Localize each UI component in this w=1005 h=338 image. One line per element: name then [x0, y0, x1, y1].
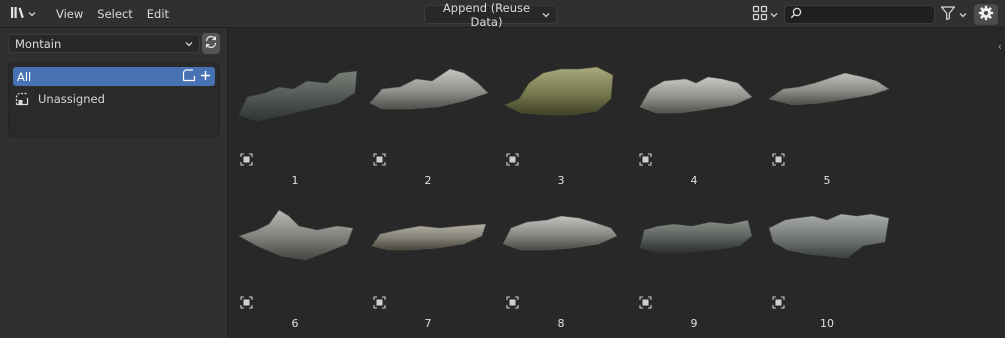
import-method-dropdown[interactable]: Append (Reuse Data)	[424, 1, 557, 29]
asset-thumbnail	[639, 219, 753, 253]
import-method-label: Append (Reuse Data)	[442, 0, 531, 29]
asset-grid: ‹ 1 2 3 4 5 6 7 8 9 10	[228, 28, 1005, 338]
add-icon[interactable]	[200, 70, 211, 84]
asset-thumbnail	[768, 72, 890, 106]
funnel-icon	[940, 5, 956, 24]
search-field[interactable]	[784, 5, 935, 24]
asset-name: 9	[690, 317, 698, 330]
asset-name: 4	[690, 174, 698, 187]
refresh-icon	[204, 35, 218, 52]
mark-asset-icon[interactable]	[506, 153, 519, 166]
asset-tile[interactable]: 4	[630, 47, 758, 187]
asset-name: 6	[291, 317, 299, 330]
asset-tile[interactable]: 6	[231, 190, 359, 330]
asset-thumbnail	[371, 223, 487, 251]
catalog-item-all[interactable]: All	[13, 67, 215, 86]
asset-tile[interactable]: 2	[364, 47, 492, 187]
mark-asset-icon[interactable]	[373, 153, 386, 166]
editor-type-selector[interactable]	[6, 4, 40, 24]
filter-dropdown[interactable]	[940, 5, 970, 24]
chevron-down-icon	[542, 8, 550, 22]
asset-name: 7	[424, 317, 432, 330]
asset-name: 1	[291, 174, 299, 187]
chevron-down-icon	[959, 8, 967, 22]
asset-thumbnail	[639, 76, 753, 114]
mark-asset-icon[interactable]	[373, 296, 386, 309]
catalog-item-label: All	[17, 69, 32, 84]
asset-browser-icon	[10, 5, 26, 23]
asset-tile[interactable]: 9	[630, 190, 758, 330]
catalog-item-unassigned[interactable]: Unassigned	[13, 89, 215, 108]
asset-name: 3	[557, 174, 565, 187]
catalog-item-label: Unassigned	[38, 91, 105, 106]
display-mode-selector[interactable]	[752, 5, 780, 24]
asset-thumbnail	[238, 70, 358, 122]
asset-name: 5	[823, 174, 831, 187]
asset-tile[interactable]: 1	[231, 47, 359, 187]
asset-name: 2	[424, 174, 432, 187]
asset-tile[interactable]: 5	[763, 47, 891, 187]
mark-asset-icon[interactable]	[506, 296, 519, 309]
sidebar-toggle-arrow[interactable]: ‹	[998, 40, 1002, 53]
chevron-down-icon	[28, 7, 36, 21]
menu-select[interactable]: Select	[90, 4, 139, 24]
menu-edit[interactable]: Edit	[140, 4, 176, 24]
mark-asset-icon[interactable]	[240, 153, 253, 166]
asset-thumbnail	[502, 215, 618, 251]
asset-library-dropdown[interactable]: Montain	[8, 34, 200, 53]
chevron-down-icon	[770, 8, 778, 22]
settings-button[interactable]	[974, 4, 998, 25]
asset-thumbnail	[504, 66, 614, 116]
asset-tile[interactable]: 7	[364, 190, 492, 330]
refresh-library-button[interactable]	[202, 33, 220, 54]
catalog-sidebar: Montain All Unassigned	[0, 28, 228, 338]
menu-view[interactable]: View	[49, 4, 90, 24]
mark-asset-icon[interactable]	[772, 153, 785, 166]
gear-icon	[978, 5, 994, 24]
catalog-tree: All Unassigned	[8, 62, 220, 138]
asset-name: 10	[820, 317, 834, 330]
mark-asset-icon[interactable]	[639, 153, 652, 166]
search-input[interactable]	[806, 8, 930, 21]
asset-tile[interactable]: 8	[497, 190, 625, 330]
asset-name: 8	[557, 317, 565, 330]
asset-tile[interactable]: 10	[763, 190, 891, 330]
asset-tile[interactable]: 3	[497, 47, 625, 187]
grid-thumbnails-icon	[752, 5, 768, 24]
mark-asset-icon[interactable]	[240, 296, 253, 309]
menu-bar: View Select Edit	[49, 0, 176, 28]
asset-library-label: Montain	[15, 36, 62, 51]
asset-thumbnail	[238, 209, 354, 261]
unassigned-catalog-icon	[15, 92, 29, 106]
header-bar: View Select Edit Append (Reuse Data)	[0, 0, 1005, 29]
search-icon	[790, 7, 802, 22]
asset-thumbnail	[369, 68, 489, 110]
new-catalog-icon[interactable]	[182, 69, 196, 85]
chevron-down-icon	[185, 37, 193, 51]
mark-asset-icon[interactable]	[639, 296, 652, 309]
mark-asset-icon[interactable]	[772, 296, 785, 309]
asset-thumbnail	[768, 213, 890, 259]
